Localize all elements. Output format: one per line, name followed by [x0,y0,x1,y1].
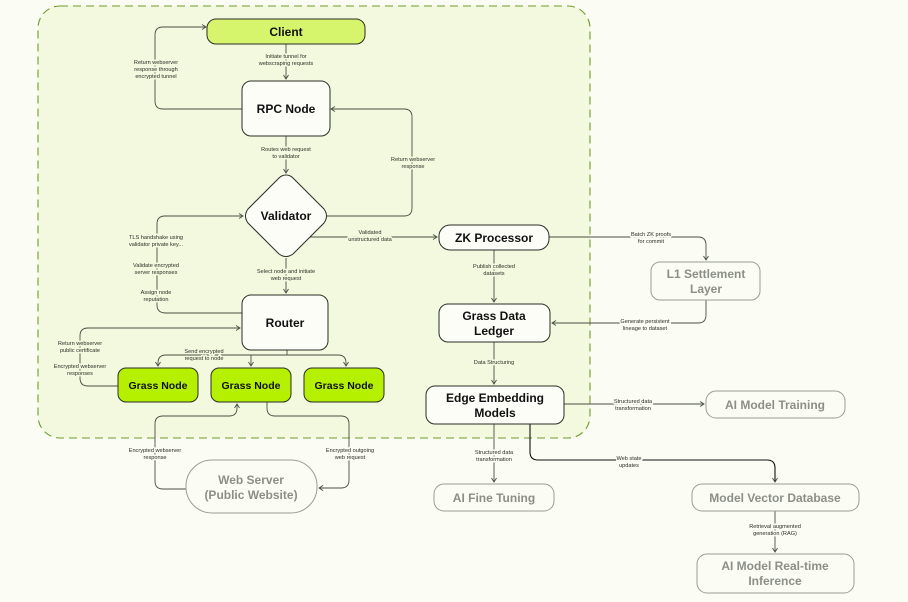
node-web-server: Web Server (Public Website) [185,459,318,514]
node-l1-settlement: L1 Settlement Layer [650,261,761,301]
node-zk-processor: ZK Processor [438,224,550,251]
label-tls: TLS handshake using validator private key… [129,235,184,248]
label-client-rpc: Initiate tunnel for webscraping requests [258,54,314,67]
node-zk-label: ZK Processor [455,231,533,245]
node-grass-node-3: Grass Node [303,367,385,403]
svg-text:Web Server(Public Website): Web Server (Public Website) [204,473,297,502]
node-model-vector-database: Model Vector Database [691,483,860,512]
label-ledger-edge: Data Structuring [474,360,514,366]
node-router-label: Router [266,316,305,330]
label-edge-finetune: Structured data transformation [475,450,514,463]
node-client: Client [206,18,366,45]
node-client-label: Client [269,25,302,39]
label-router-nodes: Send encrypted request to node [184,349,223,362]
node-validator-label: Validator [261,209,312,223]
svg-text:Grass Node: Grass Node [315,380,374,392]
label-rpc-client: Return webserver response through encrypte… [134,60,178,80]
label-vector-inference: Retrieval augmented generation (RAG) [749,524,801,537]
node-ai-model-training: AI Model Training [705,390,846,419]
node-router: Router [241,294,329,351]
label-validate: Validate encrypted server responses [133,263,179,276]
node-grass-node-2: Grass Node [210,367,292,403]
node-rpc: RPC Node [241,80,331,137]
node-rpc-label: RPC Node [257,102,316,116]
svg-text:AI Fine Tuning: AI Fine Tuning [453,491,535,505]
svg-text:Grass Node: Grass Node [222,380,281,392]
svg-text:Grass Node: Grass Node [129,380,188,392]
node-ai-real-time-inference: AI Model Real-time Inference [696,553,855,594]
node-grass-data-ledger: Grass Data Ledger [438,303,551,343]
label-edge-training: Structured data transformation [614,399,653,412]
svg-text:AI Model Training: AI Model Training [725,398,825,412]
label-l1-ledger: Generate persistent lineage to dataset [620,319,670,332]
svg-text:Model Vector Database: Model Vector Database [709,491,841,505]
node-edge-embedding-models: Edge Embedding Models [425,385,565,425]
node-ai-fine-tuning: AI Fine Tuning [433,483,555,512]
label-reputation: Assign node reputation [141,290,172,303]
node-grass-node-1: Grass Node [117,367,199,403]
label-edge-vector: Web state updates [616,456,641,469]
label-cert: Return webserver public certificate [58,341,102,354]
grass-architecture-diagram: Initiate tunnel for webscraping requests … [0,0,908,602]
